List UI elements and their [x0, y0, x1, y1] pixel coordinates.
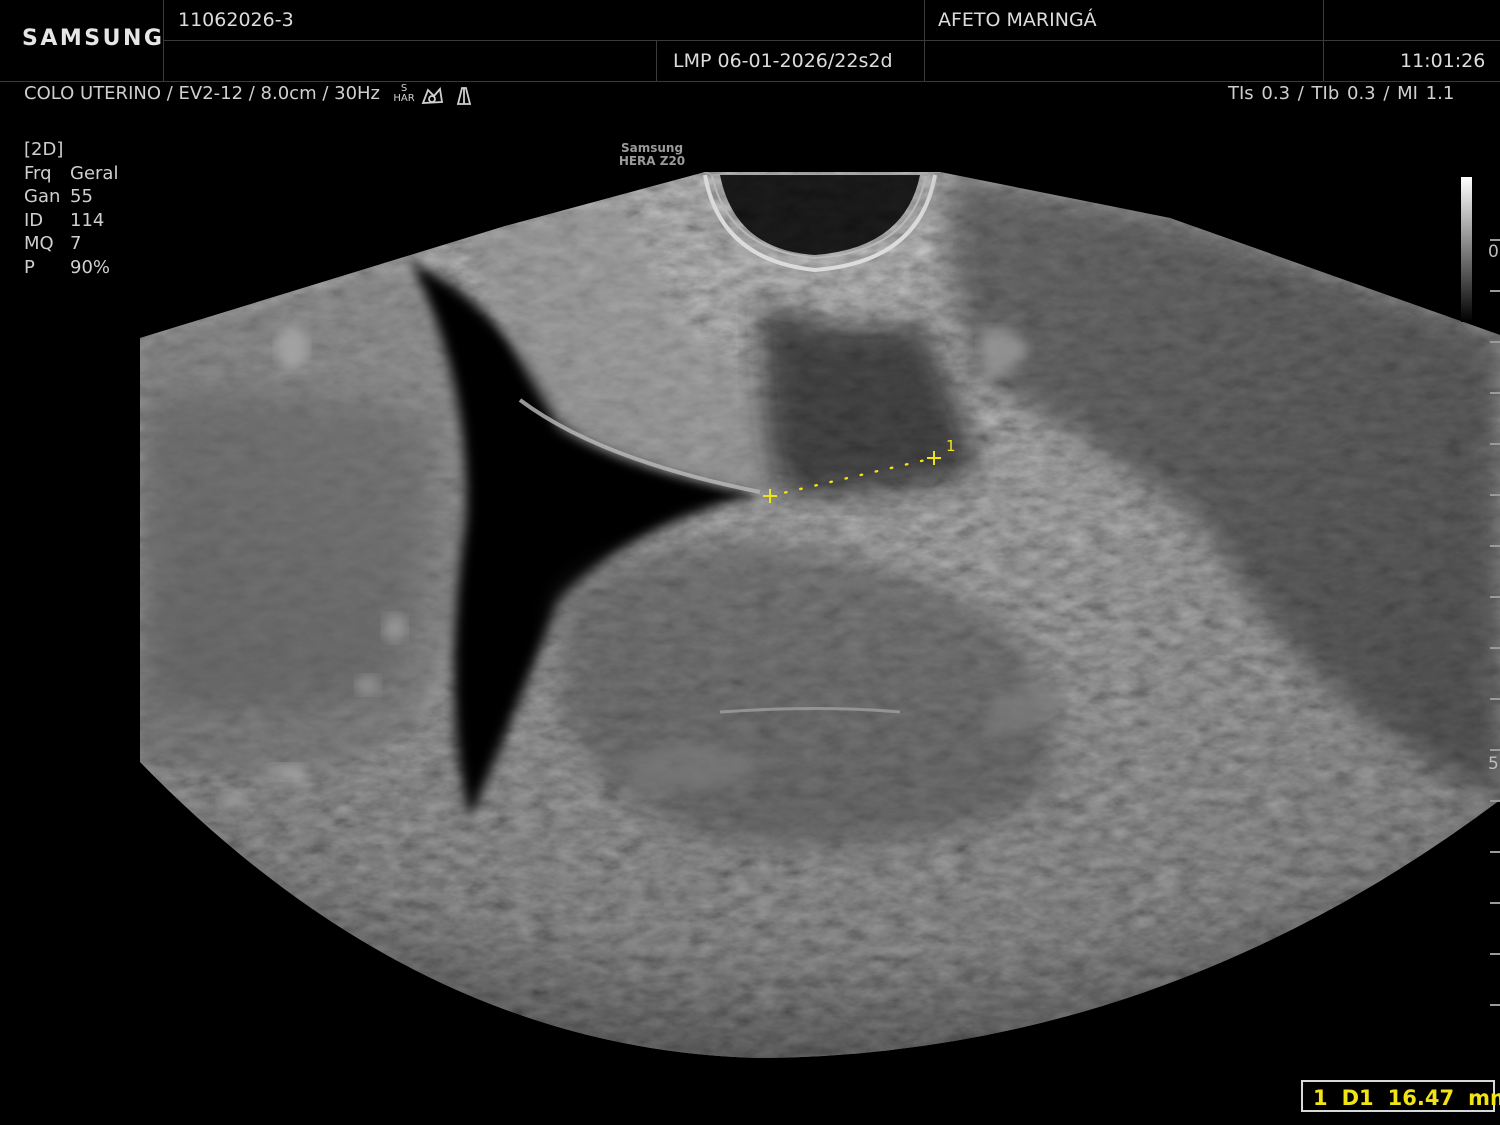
depth-label-0: 0 [1488, 242, 1499, 262]
grayscale-bar [1461, 177, 1472, 322]
lmp-gestational-age: LMP 06-01-2026/22s2d [673, 50, 893, 72]
header-divider [163, 40, 1500, 41]
header-separator [1323, 0, 1324, 82]
depth-label-5: 5 [1488, 754, 1499, 774]
ultrasound-image[interactable] [0, 82, 1500, 1125]
measurement-result-box[interactable]: 1 D1 16.47 mm [1301, 1080, 1500, 1112]
header-separator [656, 40, 657, 82]
measurement-index: 1 [1313, 1086, 1328, 1110]
clock-time: 11:01:26 [1400, 50, 1486, 72]
depth-ruler [1490, 239, 1500, 1006]
measurement-name: D1 [1341, 1086, 1374, 1110]
caliper-label: 1 [946, 437, 956, 455]
device-model: HERA Z20 [618, 154, 686, 168]
patient-id: 11062026-3 [178, 9, 294, 31]
samsung-logo: SAMSUNG [22, 26, 165, 51]
header-separator [924, 0, 925, 82]
scan-sector [140, 172, 1500, 1058]
header-bar: SAMSUNG 11062026-3 AFETO MARINGÁ LMP 06-… [0, 0, 1500, 82]
institution-name: AFETO MARINGÁ [938, 9, 1097, 31]
measurement-unit: mm [1468, 1086, 1500, 1110]
device-model-label: Samsung HERA Z20 [613, 142, 691, 168]
measurement-value: 16.47 [1387, 1086, 1455, 1110]
